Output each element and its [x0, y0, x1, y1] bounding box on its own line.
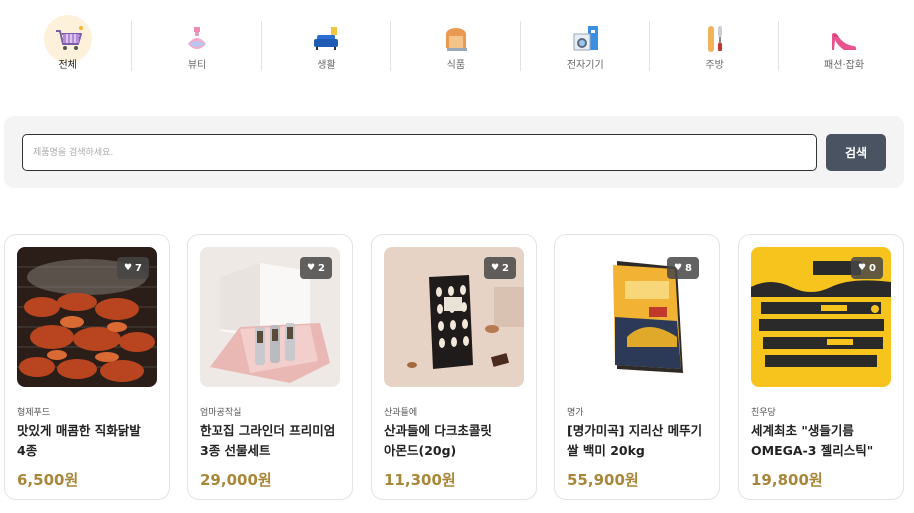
- product-name: 한꼬집 그라인더 프리미엄 3종 선물세트: [200, 423, 336, 458]
- heart-icon: ♥: [123, 262, 133, 273]
- product-image: ♥ 2: [200, 247, 340, 387]
- like-count: 7: [135, 262, 142, 274]
- like-badge[interactable]: ♥ 7: [116, 257, 149, 279]
- product-price: 55,900원: [567, 471, 639, 489]
- like-count: 0: [869, 262, 876, 274]
- like-count: 2: [502, 262, 509, 274]
- like-badge[interactable]: ♥ 2: [483, 257, 516, 279]
- category-kitchen[interactable]: 주방: [650, 14, 780, 76]
- washing-machine-icon: [561, 15, 609, 63]
- like-badge[interactable]: ♥ 0: [850, 257, 883, 279]
- category-fashion[interactable]: 패션·잡화: [779, 14, 908, 76]
- product-price: 11,300원: [384, 471, 456, 489]
- product-price: 6,500원: [17, 471, 79, 489]
- shopping-cart-icon: [43, 15, 92, 63]
- category-label: 전자기기: [566, 60, 604, 71]
- product-price: 19,800원: [751, 471, 823, 489]
- product-card[interactable]: ♥ 8 명가 [명가미곡] 지리산 메뚜기 쌀 백미 20kg 55,900원: [554, 234, 720, 500]
- category-all[interactable]: 전체: [3, 14, 133, 76]
- category-label: 생활: [317, 60, 336, 71]
- like-badge[interactable]: ♥ 8: [666, 257, 699, 279]
- product-image: ♥ 7: [17, 247, 157, 387]
- category-beauty[interactable]: 뷰티: [132, 14, 263, 76]
- category-electronics[interactable]: 전자기기: [521, 14, 651, 76]
- heart-icon: ♥: [490, 262, 500, 273]
- product-list: ♥ 7 형제푸드 맛있게 매콤한 직화닭발 4종 6,500원 ♥ 2 엄마공작…: [4, 234, 904, 500]
- product-card[interactable]: ♥ 0 친우당 세계최초 "생들기름 OMEGA-3 젤리스틱" 19,800원: [738, 234, 904, 500]
- product-image: ♥ 8: [567, 247, 707, 387]
- product-brand: 형제푸드: [17, 408, 51, 418]
- like-count: 8: [685, 262, 692, 274]
- product-brand: 명가: [567, 408, 584, 418]
- category-label: 뷰티: [187, 60, 207, 71]
- kitchen-tools-icon: [691, 15, 739, 63]
- category-label: 패션·잡화: [824, 60, 865, 71]
- product-brand: 친우당: [751, 408, 776, 418]
- high-heel-icon: [820, 15, 868, 63]
- product-name: 산과들에 다크초콜릿 아몬드(20g): [384, 423, 492, 458]
- sofa-icon: [302, 15, 350, 63]
- bread-icon: [432, 15, 480, 63]
- product-name: [명가미곡] 지리산 메뚜기 쌀 백미 20kg: [567, 423, 703, 458]
- product-card[interactable]: ♥ 2 엄마공작실 한꼬집 그라인더 프리미엄 3종 선물세트 29,000원: [187, 234, 353, 500]
- heart-icon: ♥: [306, 262, 316, 273]
- search-panel: 검색: [4, 116, 904, 188]
- heart-icon: ♥: [673, 262, 683, 273]
- category-food[interactable]: 식품: [391, 14, 521, 76]
- category-living[interactable]: 생활: [262, 14, 392, 76]
- product-card[interactable]: ♥ 7 형제푸드 맛있게 매콤한 직화닭발 4종 6,500원: [4, 234, 170, 500]
- heart-icon: ♥: [857, 262, 867, 273]
- search-input[interactable]: [22, 134, 817, 171]
- like-badge[interactable]: ♥ 2: [299, 257, 332, 279]
- product-brand: 엄마공작실: [200, 408, 242, 418]
- search-button[interactable]: 검색: [826, 134, 886, 171]
- category-label: 전체: [58, 60, 77, 71]
- product-brand: 산과들에: [384, 408, 418, 418]
- product-name: 세계최초 "생들기름 OMEGA-3 젤리스틱": [751, 423, 874, 458]
- like-count: 2: [318, 262, 325, 274]
- category-nav: 전체 뷰티 생활 식품 전자기기 주방 패션·잡화: [3, 14, 909, 76]
- category-label: 식품: [446, 60, 466, 71]
- perfume-bottle-icon: [173, 15, 221, 63]
- product-card[interactable]: ♥ 2 산과들에 산과들에 다크초콜릿 아몬드(20g) 11,300원: [371, 234, 537, 500]
- category-label: 주방: [705, 60, 724, 71]
- product-image: ♥ 0: [751, 247, 891, 387]
- product-image: ♥ 2: [384, 247, 524, 387]
- product-name: 맛있게 매콤한 직화닭발 4종: [17, 423, 141, 458]
- product-price: 29,000원: [200, 471, 272, 489]
